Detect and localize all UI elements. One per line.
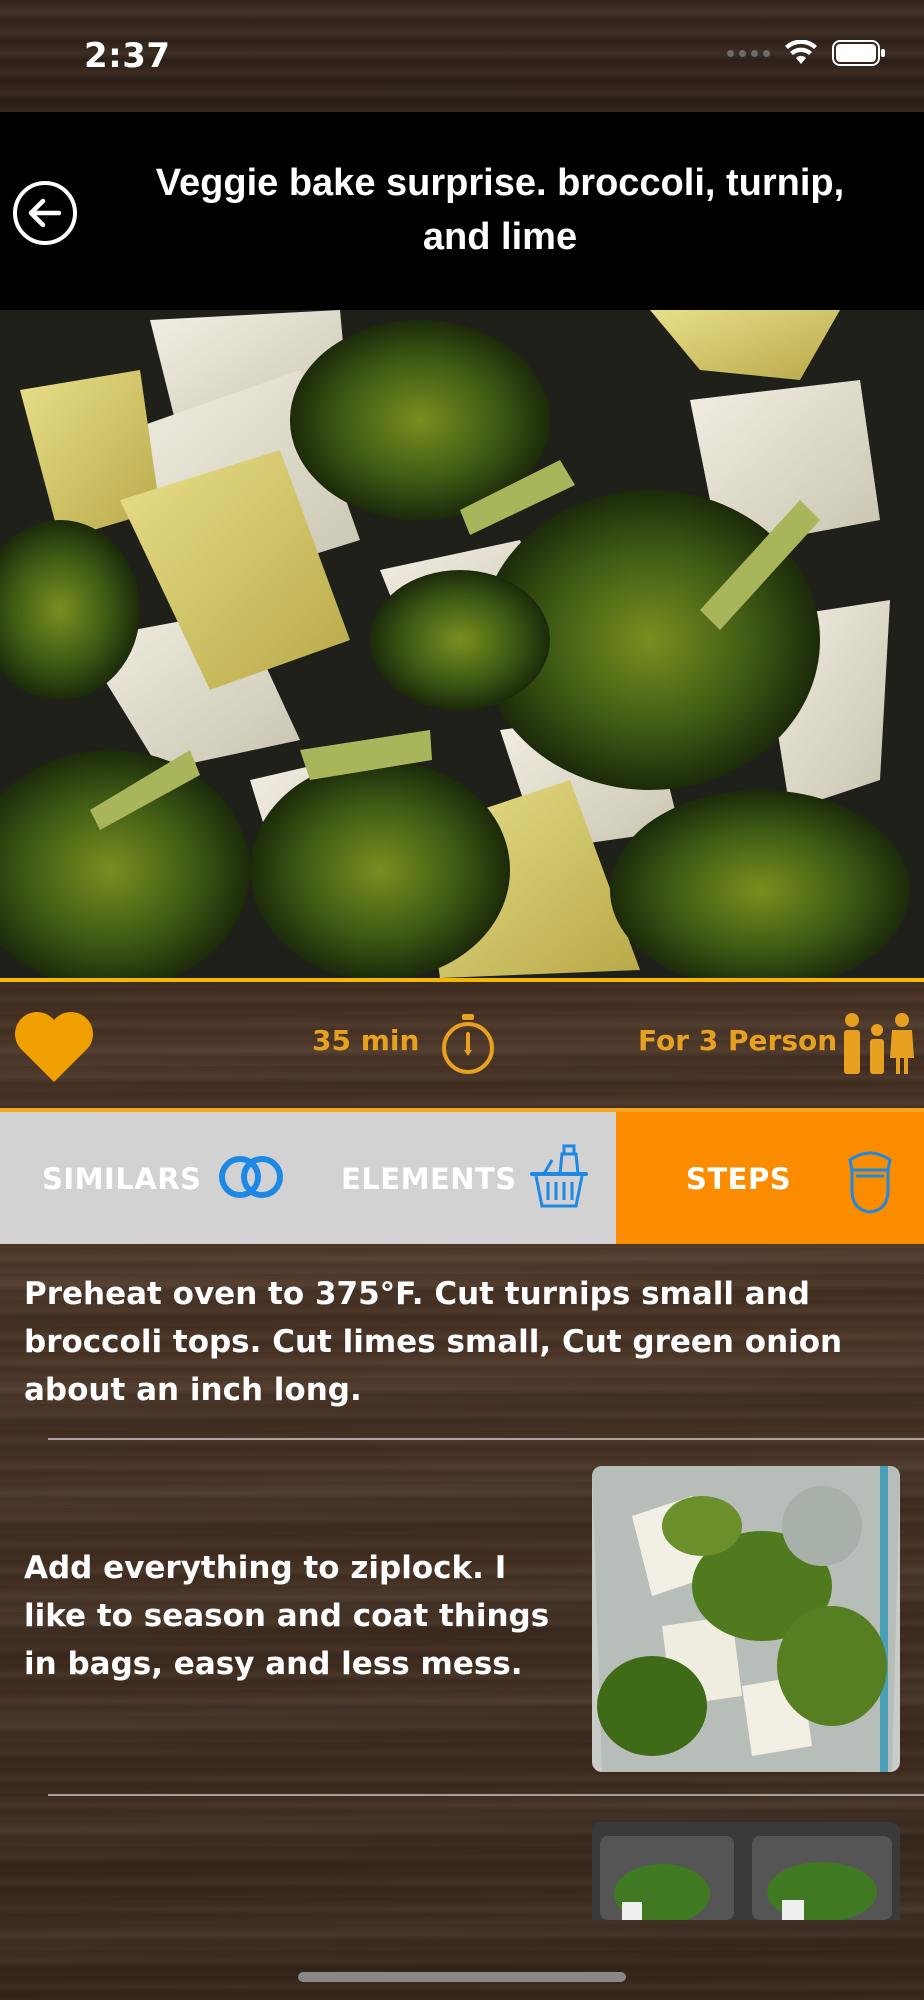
signal-icon xyxy=(727,49,770,57)
tab-steps-label: STEPS xyxy=(686,1162,792,1196)
status-bar: 2:37 xyxy=(0,0,924,112)
step-1-text: Preheat oven to 375°F. Cut turnips small… xyxy=(24,1276,843,1408)
home-indicator[interactable] xyxy=(298,1972,626,1982)
status-time: 2:37 xyxy=(84,36,171,76)
step-divider xyxy=(48,1438,924,1440)
page-title: Veggie bake surprise. broccoli, turnip, … xyxy=(155,162,845,258)
wifi-icon xyxy=(784,40,818,66)
step-2-text: Add everything to ziplock. I like to sea… xyxy=(24,1550,550,1682)
tab-elements-label: ELEMENTS xyxy=(341,1162,517,1196)
tab-elements[interactable]: ELEMENTS xyxy=(300,1112,616,1244)
recipe-hero-image xyxy=(0,310,924,978)
back-arrow-icon xyxy=(13,181,77,245)
rings-icon xyxy=(219,1156,283,1198)
basket-icon xyxy=(530,1144,588,1208)
tab-bar: SIMILARS ELEMENTS STEPS xyxy=(0,1112,924,1244)
step-3-image xyxy=(592,1822,900,1920)
battery-icon xyxy=(832,40,886,66)
favorite-heart-icon[interactable] xyxy=(12,1008,96,1084)
chef-hat-icon xyxy=(848,1151,892,1214)
back-button[interactable] xyxy=(12,180,78,246)
step-2-image xyxy=(592,1466,900,1772)
stopwatch-icon xyxy=(440,1012,496,1076)
servings: For 3 Person xyxy=(638,1024,838,1057)
status-icons xyxy=(727,40,886,66)
tab-similars[interactable]: SIMILARS xyxy=(0,1112,300,1244)
cook-time: 35 min xyxy=(312,1024,420,1057)
tab-steps[interactable]: STEPS xyxy=(616,1112,924,1244)
people-icon xyxy=(840,1012,914,1076)
step-divider xyxy=(48,1794,924,1796)
tab-similars-label: SIMILARS xyxy=(42,1162,202,1196)
